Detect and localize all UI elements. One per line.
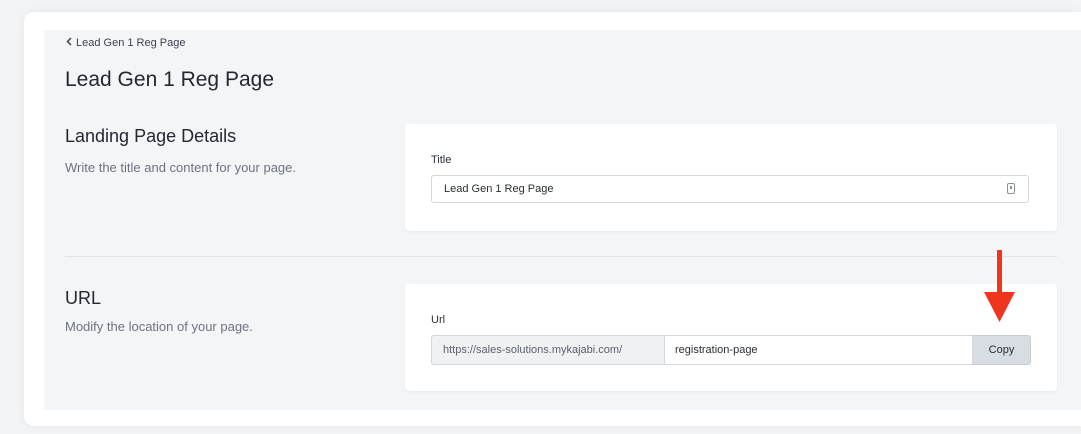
details-card: Title Lead Gen 1 Reg Page [405,124,1057,231]
title-field-label: Title [431,154,452,166]
title-input[interactable]: Lead Gen 1 Reg Page [431,175,1029,203]
url-section-description: Modify the location of your page. [65,319,253,334]
details-section-heading: Landing Page Details [65,126,237,146]
chevron-left-icon [66,37,72,49]
details-section-description: Write the title and content for your pag… [65,160,297,175]
url-card: Url https://sales-solutions.mykajabi.com… [405,284,1057,391]
url-field-label: Url [431,314,446,326]
back-link-label: Lead Gen 1 Reg Page [76,37,186,49]
url-slug-input[interactable]: registration-page [665,335,973,365]
section-divider [65,256,1057,257]
page-title: Lead Gen 1 Reg Page [65,68,274,91]
red-arrow-icon [984,250,1015,322]
title-input-value: Lead Gen 1 Reg Page [444,183,554,195]
field-action-icon[interactable] [1007,183,1015,194]
copy-button[interactable]: Copy [973,335,1031,365]
url-section-heading: URL [65,288,102,308]
url-input-group: https://sales-solutions.mykajabi.com/ re… [431,335,1031,365]
back-link[interactable]: Lead Gen 1 Reg Page [66,37,185,49]
url-prefix: https://sales-solutions.mykajabi.com/ [431,335,665,365]
